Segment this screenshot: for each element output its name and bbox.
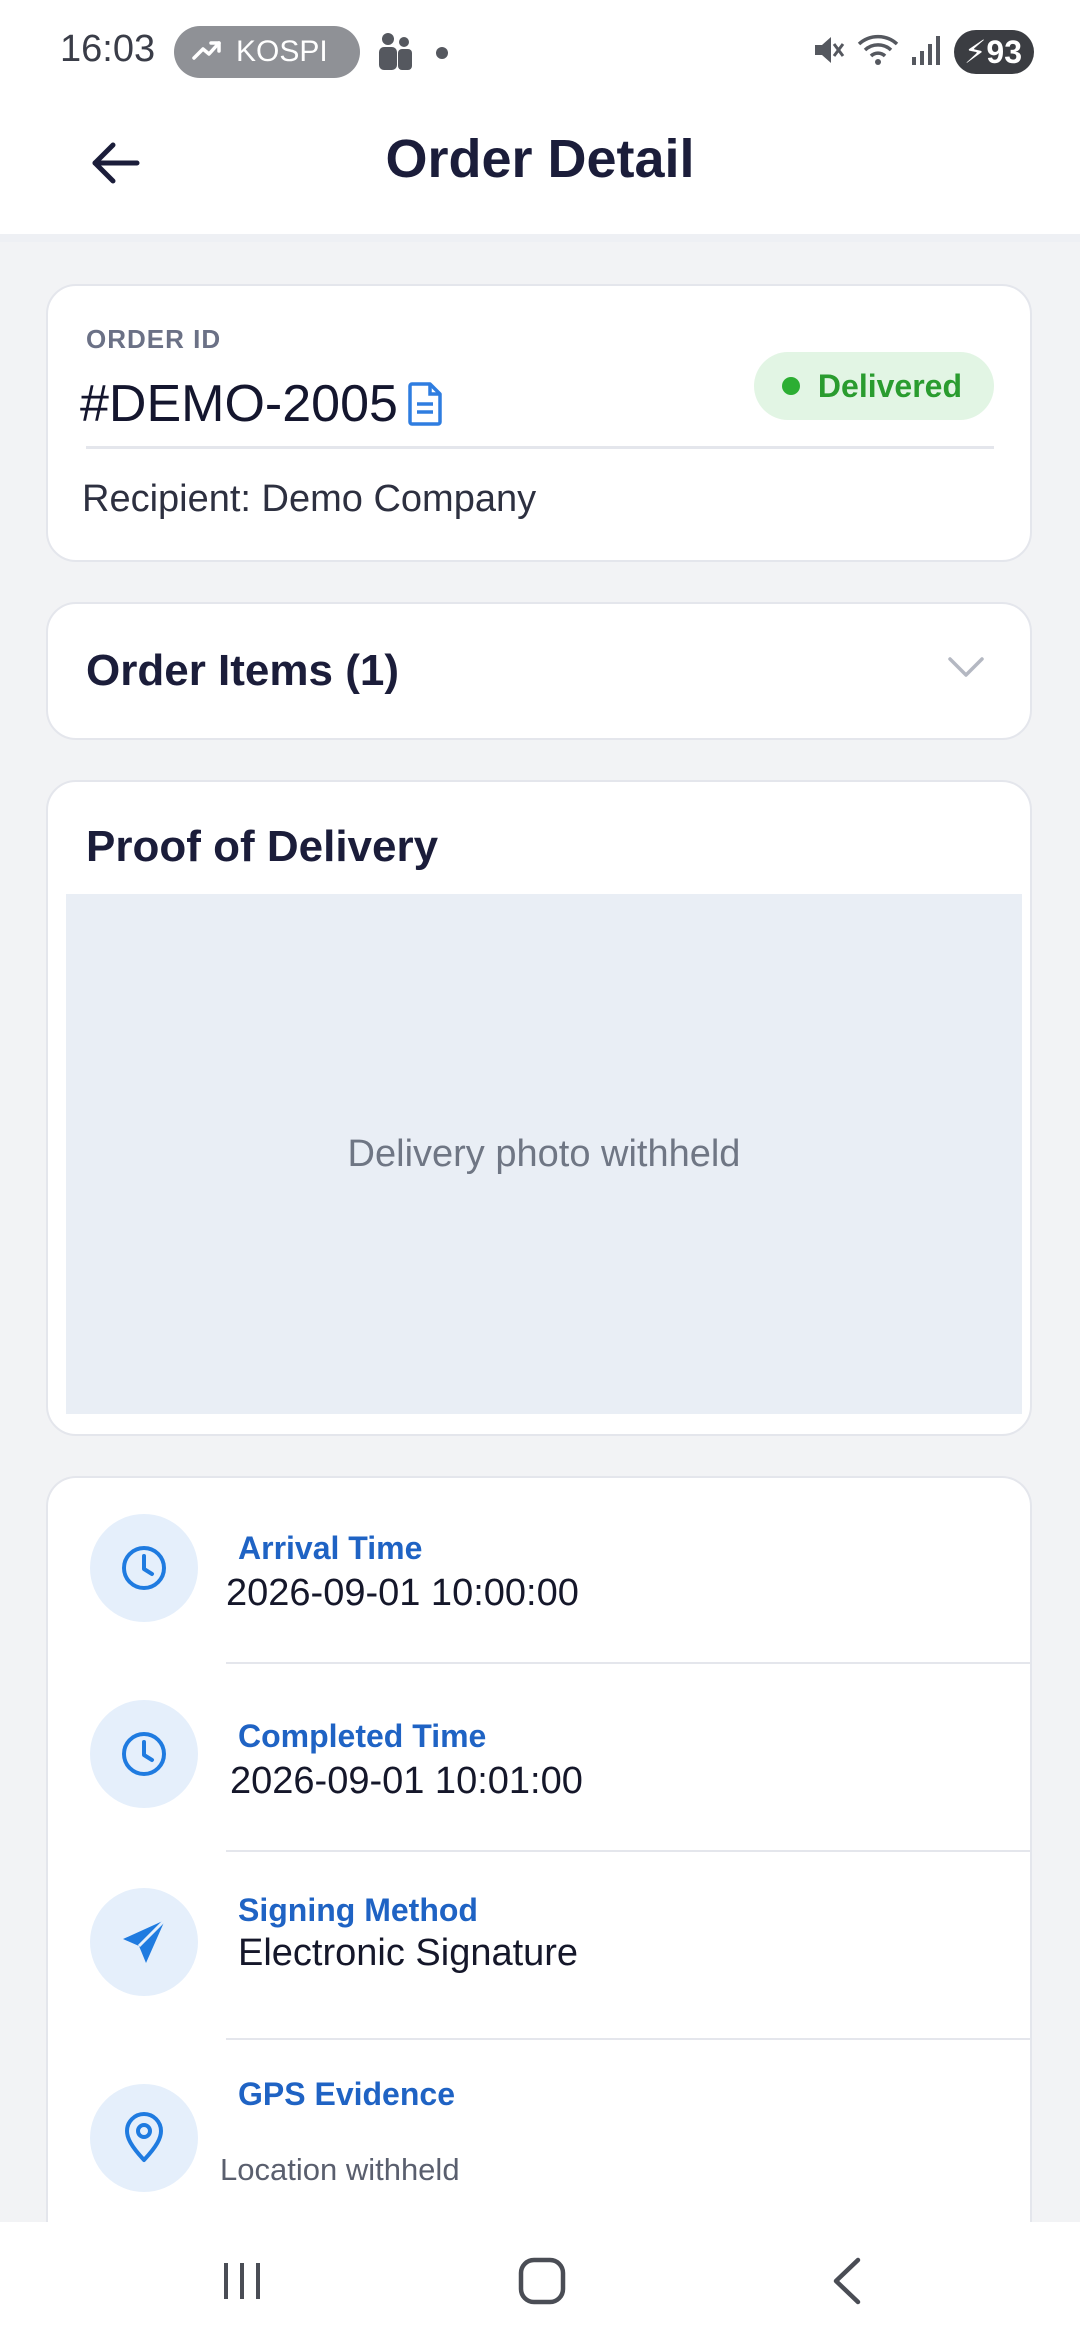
recents-button[interactable] <box>202 2248 282 2318</box>
system-nav-bar <box>0 2222 1080 2340</box>
order-id: #DEMO-2005 <box>80 375 398 433</box>
ticker-label: KOSPI <box>236 35 328 68</box>
back-nav-button[interactable] <box>806 2248 886 2318</box>
signal-icon <box>910 33 944 72</box>
recents-icon[interactable] <box>218 2259 266 2308</box>
detail-label: Completed Time <box>238 1718 487 1754</box>
order-id-label: ORDER ID <box>86 324 222 354</box>
home-icon[interactable] <box>516 2255 568 2312</box>
clock-icon <box>90 1514 198 1622</box>
location-pin-icon <box>90 2084 198 2192</box>
detail-label: Arrival Time <box>238 1530 423 1566</box>
proof-of-delivery-card: Proof of Delivery Delivery photo withhel… <box>46 780 1032 1436</box>
order-items-title: Order Items (1) <box>86 646 399 695</box>
delivery-photo-placeholder[interactable]: Delivery photo withheld <box>66 894 1022 1414</box>
detail-value: 2026-09-01 10:01:00 <box>230 1760 583 1802</box>
order-summary-card: ORDER ID #DEMO-2005 Delivered Recipient:… <box>46 284 1032 562</box>
status-icons: ⚡93 <box>810 30 1034 74</box>
detail-label: GPS Evidence <box>238 2076 455 2112</box>
page-title: Order Detail <box>385 129 695 189</box>
notification-dot <box>436 47 448 59</box>
mute-icon <box>810 32 846 73</box>
chevron-down-icon[interactable] <box>946 654 986 685</box>
detail-row-arrival: Arrival Time 2026-09-01 10:00:00 <box>48 1478 1032 1666</box>
trending-up-icon <box>192 35 222 69</box>
copy-document-icon[interactable] <box>406 381 446 432</box>
status-time: 16:03 <box>60 28 156 70</box>
send-icon <box>90 1888 198 1996</box>
wifi-icon <box>856 32 900 73</box>
divider <box>86 446 994 449</box>
charging-icon: ⚡ <box>963 34 987 70</box>
status-bar: 16:03 KOSPI ⚡93 <box>0 0 1080 104</box>
home-button[interactable] <box>502 2248 582 2318</box>
ticker-chip[interactable]: KOSPI <box>174 26 360 78</box>
status-label: Delivered <box>817 367 962 404</box>
detail-value: 2026-09-01 10:00:00 <box>226 1572 579 1614</box>
clock-icon <box>90 1700 198 1808</box>
detail-row-completed: Completed Time 2026-09-01 10:01:00 <box>48 1664 1032 1852</box>
detail-value: Location withheld <box>220 2152 460 2187</box>
delivery-details-card: Arrival Time 2026-09-01 10:00:00 Complet… <box>46 1476 1032 2236</box>
detail-row-signing: Signing Method Electronic Signature <box>48 1852 1032 2040</box>
chevron-left-icon[interactable] <box>828 2256 864 2311</box>
battery-indicator: ⚡93 <box>953 30 1034 74</box>
detail-label: Signing Method <box>238 1892 478 1928</box>
proof-title: Proof of Delivery <box>86 822 439 871</box>
detail-row-gps: GPS Evidence Location withheld <box>48 2040 1032 2236</box>
order-id-row: #DEMO-2005 <box>80 374 446 434</box>
detail-value: Electronic Signature <box>238 1932 579 1974</box>
people-icon <box>376 30 416 77</box>
app-header: Order Detail <box>0 104 1080 242</box>
photo-placeholder-text: Delivery photo withheld <box>347 1132 741 1175</box>
recipient-text: Recipient: Demo Company <box>82 478 537 520</box>
status-badge: Delivered <box>753 352 994 420</box>
status-dot <box>781 377 800 395</box>
order-items-card[interactable]: Order Items (1) <box>46 602 1032 740</box>
